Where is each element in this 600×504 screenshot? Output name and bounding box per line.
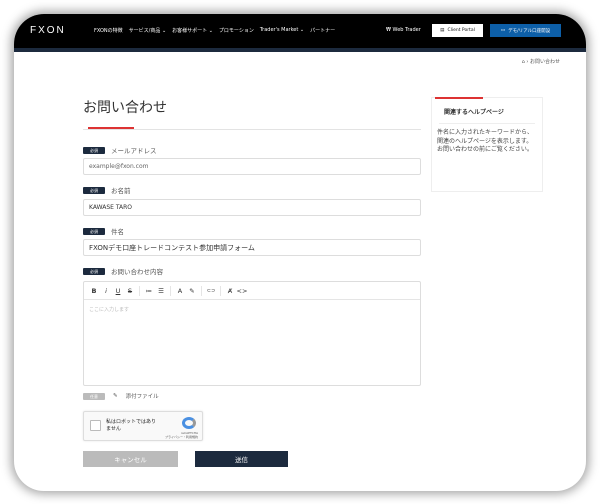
toolbar-separator [201,285,202,296]
content-label-text: お問い合わせ内容 [111,268,163,276]
breadcrumb-current: お問い合わせ [529,59,560,65]
nav-support[interactable]: お客様サポート ⌄ [172,27,213,34]
related-help-panel: 関連するヘルプページ 件名に入力されたキーワードから、関連のヘルプページを表示し… [431,97,543,192]
optional-badge: 任意 [83,392,105,400]
subject-label: 必須 件名 [83,226,124,236]
toolbar-separator [220,285,221,296]
required-badge: 必須 [83,227,105,235]
page-title: お問い合わせ [83,100,167,116]
portal-icon: ▤ [440,28,445,33]
nav-traders-market[interactable]: Trader's Market ⌄ [260,27,304,34]
underline-icon[interactable]: U [112,287,124,295]
panel-title: 関連するヘルプページ [444,109,504,116]
content-label: 必須 お問い合わせ内容 [83,266,163,276]
content-editor[interactable]: B i U S ≔ ☰ A ✎ ⊂⊃ Ⱥ <> ここに入力します [83,281,421,386]
highlight-icon[interactable]: ✎ [186,287,198,295]
recaptcha-links[interactable]: プライバシー・利用規約 [165,435,198,439]
paperclip-icon: ✎ [113,393,118,399]
strikethrough-icon[interactable]: S [124,287,136,295]
subject-label-text: 件名 [111,228,124,236]
email-input[interactable] [83,158,421,175]
main-nav: FXONの特徴 サービス/商品 ⌄ お客様サポート ⌄ プロモーション Trad… [94,27,335,34]
breadcrumb: ⌂ › お問い合わせ [521,59,560,65]
nav-promotion[interactable]: プロモーション [219,27,254,34]
recaptcha-brand: reCAPTCHA プライバシー・利用規約 [165,431,198,439]
recaptcha-text: 私はロボットではありません [106,419,157,432]
clear-format-icon[interactable]: Ⱥ [224,287,236,295]
logo[interactable]: FXON [30,25,66,36]
link-icon[interactable]: ⊂⊃ [205,288,217,294]
browser-window: FXON FXONの特徴 サービス/商品 ⌄ お客様サポート ⌄ プロモーション… [14,14,586,491]
italic-icon[interactable]: i [100,287,112,295]
required-badge: 必須 [83,186,105,194]
site-header: FXON FXONの特徴 サービス/商品 ⌄ お客様サポート ⌄ プロモーション… [14,14,586,48]
web-trader-link[interactable]: ₩ Web Trader [386,27,421,33]
submit-button[interactable]: 送信 [195,451,288,467]
web-trader-label: Web Trader [392,27,421,33]
monitor-icon: ▭ [500,28,506,33]
code-icon[interactable]: <> [236,287,248,295]
text-color-icon[interactable]: A [174,287,186,295]
header-strip [14,48,586,52]
email-label-text: メールアドレス [111,147,157,155]
content-placeholder[interactable]: ここに入力します [84,300,420,319]
email-label: 必須 メールアドレス [83,145,157,155]
recaptcha-checkbox[interactable] [90,420,101,431]
editor-toolbar: B i U S ≔ ☰ A ✎ ⊂⊃ Ⱥ <> [84,282,420,300]
attachment-label: 添付ファイル [125,394,159,400]
nav-partner[interactable]: パートナー [310,27,335,34]
required-badge: 必須 [83,267,105,275]
attachment-row[interactable]: 任意 ✎ 添付ファイル [83,392,159,400]
title-divider [83,129,421,130]
bold-icon[interactable]: B [88,287,100,295]
open-account-button[interactable]: ▭ デモ/リアル口座開設 [490,24,561,37]
subject-input[interactable] [83,239,421,256]
client-portal-button[interactable]: ▤ Client Portal [432,24,483,37]
ordered-list-icon[interactable]: ≔ [143,287,155,295]
recaptcha-logo-icon [182,417,196,429]
nav-features[interactable]: FXONの特徴 [94,27,123,34]
home-icon[interactable]: ⌂ [522,59,525,65]
required-badge: 必須 [83,146,105,154]
name-label: 必須 お名前 [83,185,131,195]
open-account-label: デモ/リアル口座開設 [508,28,551,34]
toolbar-separator [139,285,140,296]
cancel-button[interactable]: キャンセル [83,451,178,467]
client-portal-label: Client Portal [447,28,475,33]
name-label-text: お名前 [111,187,131,195]
toolbar-separator [170,285,171,296]
nav-services[interactable]: サービス/商品 ⌄ [129,27,166,34]
panel-text: 件名に入力されたキーワードから、関連のヘルプページを表示します。 お問い合わせの… [437,129,534,153]
panel-accent [435,97,483,99]
name-input[interactable] [83,199,421,216]
bullet-list-icon[interactable]: ☰ [155,287,167,295]
recaptcha: 私はロボットではありません reCAPTCHA プライバシー・利用規約 [83,411,203,441]
